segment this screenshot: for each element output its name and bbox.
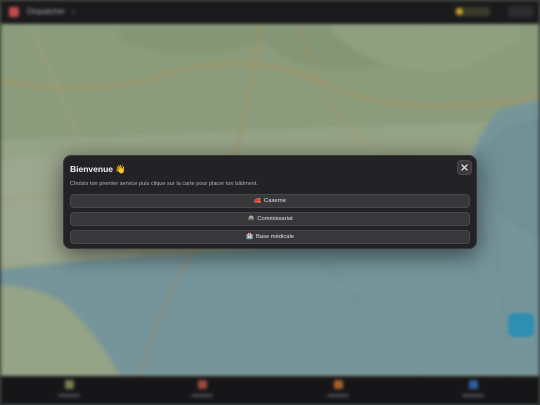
app-root: Dispatcher ⌄ Bienvenue 👋 Choisis ton pre… [0, 0, 540, 405]
welcome-modal: Bienvenue 👋 Choisis ton premier service … [63, 155, 477, 249]
app-title[interactable]: Dispatcher [27, 7, 65, 16]
nav-item-3[interactable] [327, 380, 349, 397]
hospital-icon: 🏥 [246, 234, 254, 240]
nav-label [191, 394, 213, 397]
chevron-down-icon[interactable]: ⌄ [70, 6, 77, 15]
option-label: Caserne [264, 198, 286, 204]
option-commissariat-button[interactable]: 🚔 Commissariat [70, 212, 470, 226]
nav-label [327, 394, 349, 397]
map-action-button[interactable] [508, 313, 534, 337]
nav-label [58, 394, 80, 397]
police-car-icon: 🚔 [247, 216, 255, 222]
modal-title: Bienvenue 👋 [70, 164, 126, 174]
modal-subtitle: Choisis ton premier service puis clique … [70, 181, 259, 187]
close-icon [461, 164, 468, 171]
nav-icon [333, 380, 343, 389]
nav-icon [197, 380, 207, 389]
bottom-nav [0, 376, 540, 405]
option-base-medicale-button[interactable]: 🏥 Base médicale [70, 230, 470, 244]
nav-item-4[interactable] [462, 380, 484, 397]
coin-balance-badge[interactable] [455, 7, 490, 16]
option-caserne-button[interactable]: 🚒 Caserne [70, 194, 470, 208]
top-bar: Dispatcher ⌄ [0, 0, 540, 24]
fire-truck-icon: 🚒 [254, 198, 262, 204]
user-menu-button[interactable] [508, 6, 534, 17]
app-logo-icon[interactable] [9, 7, 19, 17]
nav-label [462, 394, 484, 397]
nav-item-2[interactable] [191, 380, 213, 397]
close-button[interactable] [457, 160, 472, 175]
nav-item-1[interactable] [58, 380, 80, 397]
nav-icon [468, 380, 478, 389]
option-label: Commissariat [257, 216, 293, 222]
option-label: Base médicale [255, 234, 295, 240]
nav-icon [64, 380, 74, 389]
